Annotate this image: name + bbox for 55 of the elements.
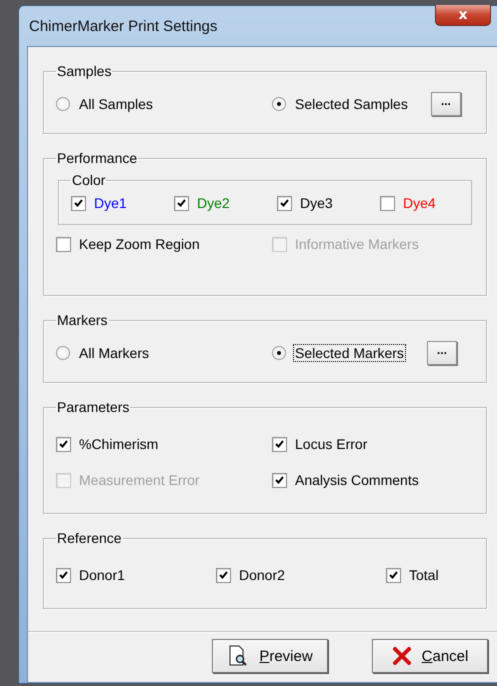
checkmark-icon xyxy=(59,440,68,448)
checkbox[interactable] xyxy=(56,436,71,452)
checkbox[interactable] xyxy=(56,236,71,252)
magnifier-document-icon xyxy=(227,645,250,667)
checkbox-label: Keep Zoom Region xyxy=(79,236,200,252)
checkmark-icon xyxy=(219,571,228,579)
radio-label: Selected Markers xyxy=(294,345,405,361)
cancel-button[interactable]: Cancel xyxy=(372,639,488,673)
group-title: Color xyxy=(71,172,106,188)
checkbox[interactable] xyxy=(272,436,287,452)
checkbox-label: Donor2 xyxy=(239,567,285,583)
window-title: ChimerMarker Print Settings xyxy=(29,18,218,34)
group-title: Reference xyxy=(56,530,123,546)
browse-button[interactable]: ... xyxy=(430,92,461,116)
radio-button[interactable] xyxy=(56,346,70,360)
checkbox-label: Dye2 xyxy=(197,195,230,211)
checkbox[interactable] xyxy=(71,196,86,210)
checkbox-label: Donor1 xyxy=(79,567,125,583)
checkmark-icon xyxy=(280,199,289,207)
radio-button[interactable] xyxy=(272,97,286,111)
checkbox-label: %Chimerism xyxy=(79,436,158,452)
preview-button[interactable]: Preview xyxy=(212,639,328,673)
checkbox[interactable] xyxy=(56,568,71,582)
radio-button[interactable] xyxy=(272,346,286,360)
cancel-icon xyxy=(392,646,412,666)
checkmark-icon xyxy=(177,199,186,207)
radio-button[interactable] xyxy=(56,97,70,111)
checkbox[interactable] xyxy=(380,196,395,210)
close-button[interactable]: x xyxy=(435,5,491,26)
checkbox-label: Dye1 xyxy=(94,195,127,211)
group-title: Parameters xyxy=(56,399,130,415)
radio-label: All Samples xyxy=(78,96,154,112)
group-title: Markers xyxy=(56,312,109,328)
checkbox-label: Analysis Comments xyxy=(295,472,419,488)
checkbox-label: Locus Error xyxy=(295,436,368,452)
checkbox[interactable] xyxy=(216,568,231,582)
checkbox-label: Measurement Error xyxy=(79,472,200,488)
checkbox-label: Informative Markers xyxy=(295,236,419,252)
checkbox-label: Dye4 xyxy=(403,195,436,211)
checkmark-icon xyxy=(275,440,284,448)
checkmark-icon xyxy=(389,571,398,579)
checkbox[interactable] xyxy=(174,196,189,210)
checkbox[interactable] xyxy=(386,568,401,582)
checkmark-icon xyxy=(275,476,284,484)
checkbox[interactable] xyxy=(272,472,287,488)
checkbox-label: Total xyxy=(409,567,439,583)
radio-label: Selected Samples xyxy=(294,96,409,112)
group-title: Performance xyxy=(56,150,138,166)
radio-label: All Markers xyxy=(78,345,150,361)
checkbox-label: Dye3 xyxy=(300,195,333,211)
checkmark-icon xyxy=(59,571,68,579)
checkmark-icon xyxy=(74,199,83,207)
group-title: Samples xyxy=(56,63,112,79)
browse-button[interactable]: ... xyxy=(426,341,457,365)
checkbox[interactable] xyxy=(277,196,292,210)
